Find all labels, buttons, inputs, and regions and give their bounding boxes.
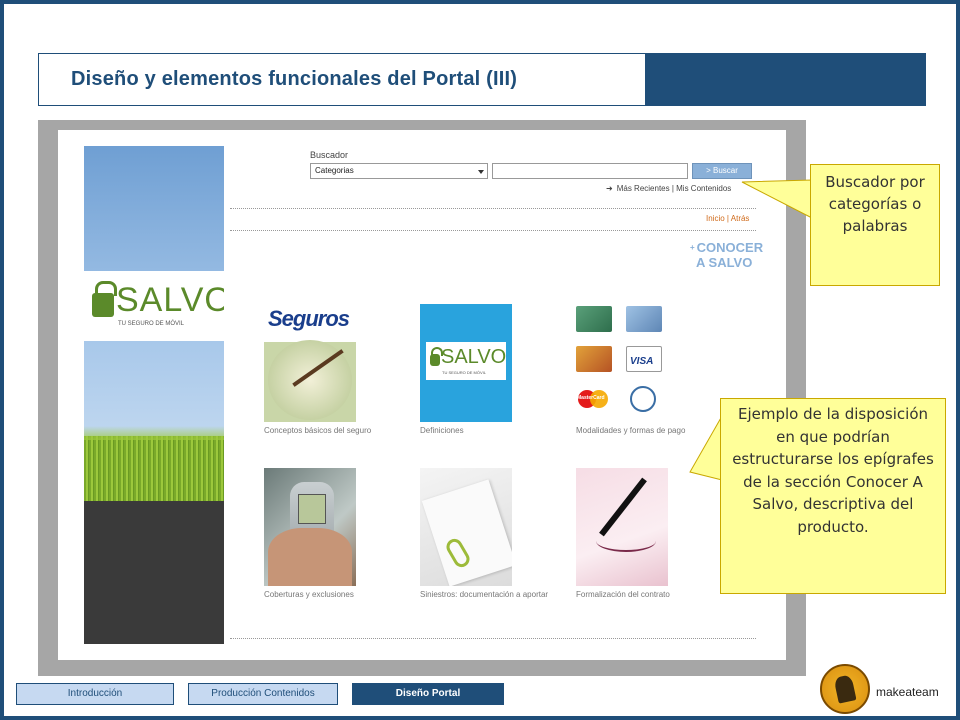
tab-produccion-contenidos[interactable]: Producción Contenidos xyxy=(188,683,338,705)
brand-name: makeateam xyxy=(876,685,939,699)
makeateam-logo-icon xyxy=(820,664,870,714)
callout-search: Buscador por categorías o palabras xyxy=(810,164,940,286)
tab-introduccion[interactable]: Introducción xyxy=(16,683,174,705)
callout-pointers xyxy=(689,179,813,481)
callout-pointer xyxy=(689,414,723,481)
callout-pointer xyxy=(741,179,813,219)
tab-diseno-portal[interactable]: Diseño Portal xyxy=(352,683,504,705)
callout-layout: Ejemplo de la disposición en que podrían… xyxy=(720,398,946,594)
figure-shape xyxy=(833,674,857,704)
